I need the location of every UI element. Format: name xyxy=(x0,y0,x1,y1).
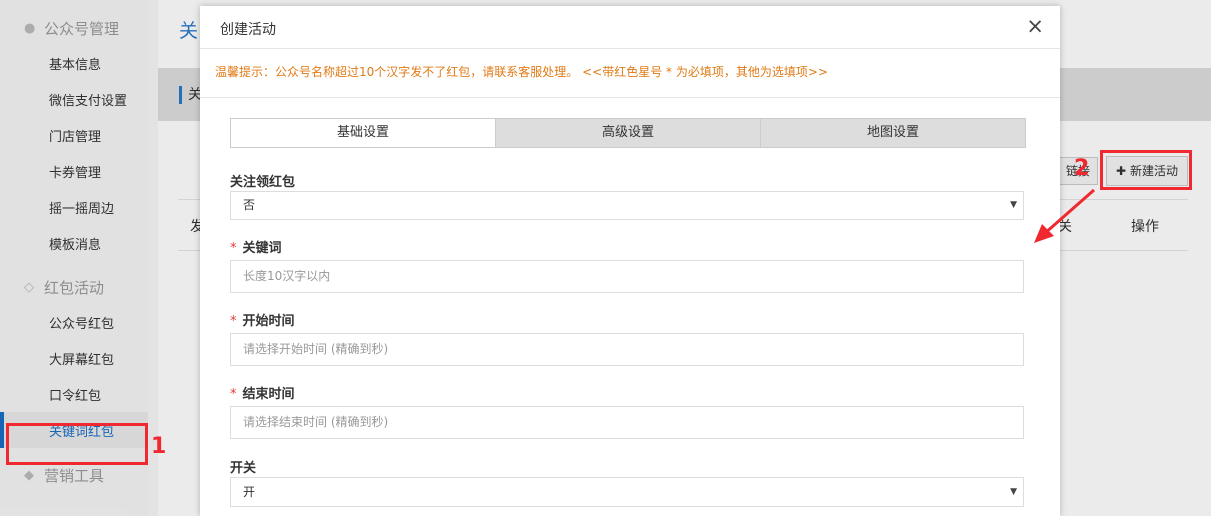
notice-text: 温馨提示：公众号名称超过10个汉字发不了红包，请联系客服处理。 <<带红色星号 … xyxy=(200,49,1060,98)
required-mark: * xyxy=(230,314,237,329)
annotation-number-2: 2 xyxy=(1074,156,1090,181)
dialog-title: 创建活动 xyxy=(220,22,276,38)
create-activity-dialog: 创建活动 × 温馨提示：公众号名称超过10个汉字发不了红包，请联系客服处理。 <… xyxy=(200,6,1060,516)
annotation-arrow-icon xyxy=(1034,188,1095,243)
dialog-header: 创建活动 × xyxy=(200,6,1060,49)
dropdown-arrow-icon: ▼ xyxy=(1010,487,1017,497)
follow-red-packet-value: 否 xyxy=(243,198,256,212)
annotation-number-1: 1 xyxy=(151,434,167,459)
required-mark: * xyxy=(230,387,237,402)
switch-value: 开 xyxy=(243,485,256,499)
start-time-input[interactable]: 请选择开始时间 (精确到秒) xyxy=(230,333,1024,366)
follow-red-packet-select[interactable]: 否 ▼ xyxy=(230,191,1024,220)
required-mark: * xyxy=(230,241,237,256)
keyword-input[interactable]: 长度10汉字以内 xyxy=(230,260,1024,293)
keyword-label: * 关键词 xyxy=(230,237,282,256)
end-time-label-text: 结束时间 xyxy=(242,387,295,402)
end-time-label: * 结束时间 xyxy=(230,383,295,402)
start-time-label-text: 开始时间 xyxy=(242,314,295,329)
tab-basic-settings[interactable]: 基础设置 xyxy=(230,118,496,148)
annotation-box-2 xyxy=(1100,150,1192,190)
follow-red-packet-label: 关注领红包 xyxy=(230,175,296,190)
switch-label: 开关 xyxy=(230,461,257,476)
start-time-label: * 开始时间 xyxy=(230,310,295,329)
close-icon[interactable]: × xyxy=(1026,15,1044,37)
keyword-label-text: 关键词 xyxy=(242,241,282,256)
tab-bar: 基础设置 高级设置 地图设置 xyxy=(230,118,1026,148)
end-time-input[interactable]: 请选择结束时间 (精确到秒) xyxy=(230,406,1024,439)
annotation-box-1 xyxy=(6,423,148,465)
tab-map-settings[interactable]: 地图设置 xyxy=(760,118,1026,148)
tab-advanced-settings[interactable]: 高级设置 xyxy=(495,118,761,148)
dropdown-arrow-icon: ▼ xyxy=(1010,200,1017,210)
switch-select[interactable]: 开 ▼ xyxy=(230,477,1024,507)
